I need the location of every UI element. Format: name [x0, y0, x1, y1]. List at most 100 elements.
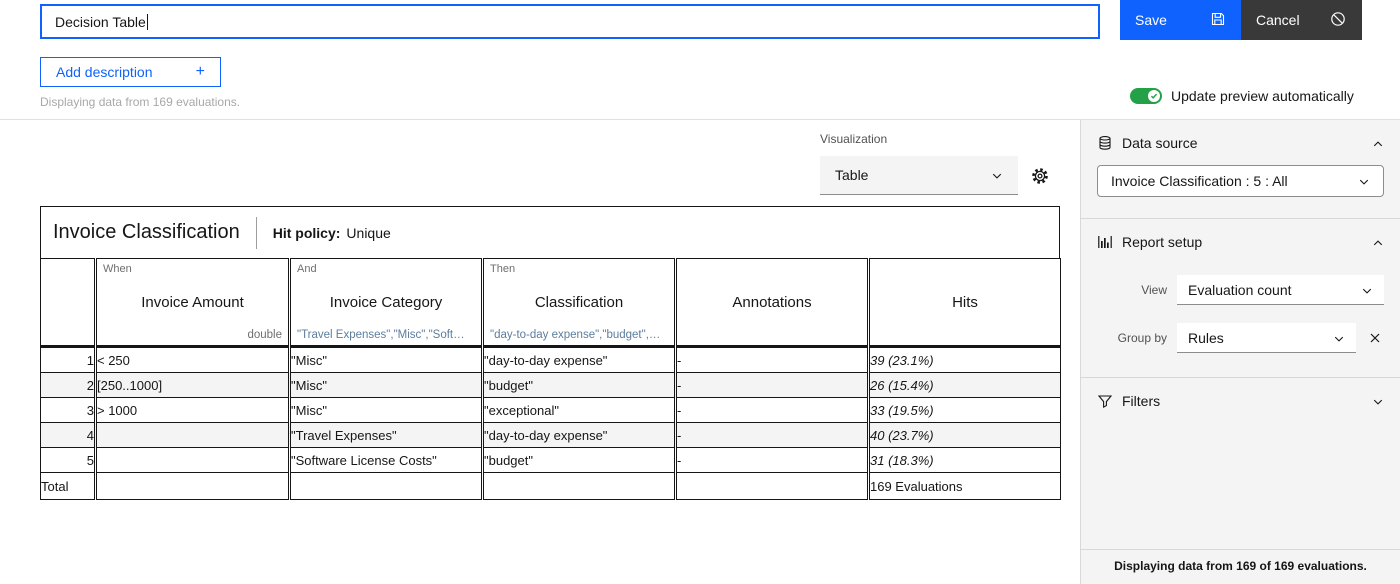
decision-table: Invoice Classification Hit policy: Uniqu…	[40, 206, 1061, 500]
remove-group-by-button[interactable]	[1366, 329, 1384, 347]
cell-empty	[481, 472, 676, 500]
row-number: 3	[40, 397, 96, 423]
cell-empty	[288, 472, 483, 500]
cancel-button-label: Cancel	[1256, 12, 1300, 28]
cell-classification: "exceptional"	[481, 397, 676, 423]
add-description-button[interactable]: Add description +	[40, 57, 221, 87]
save-icon	[1210, 11, 1226, 30]
visualization-dropdown[interactable]: Table	[820, 156, 1018, 195]
column-label: Classification	[534, 293, 624, 311]
cell-empty	[94, 472, 290, 500]
row-number: 5	[40, 447, 96, 473]
cell-annotations: -	[674, 345, 869, 373]
view-dropdown[interactable]: Evaluation count	[1177, 275, 1384, 305]
cell-annotations: -	[674, 397, 869, 423]
preview-panel: Visualization Table Invoice Classificati…	[0, 120, 1080, 584]
column-invoice-amount: When Invoice Amount double	[94, 258, 290, 347]
view-row: View Evaluation count	[1097, 275, 1384, 305]
cell-classification: "day-to-day expense"	[481, 345, 676, 373]
database-icon	[1097, 135, 1113, 151]
bar-chart-icon	[1097, 234, 1113, 250]
row-number: 1	[40, 345, 96, 373]
chevron-down-icon	[1358, 175, 1370, 187]
section-report-setup[interactable]: Report setup	[1081, 219, 1400, 261]
save-button-label: Save	[1135, 12, 1167, 28]
auto-update-row: Update preview automatically	[1130, 88, 1354, 104]
column-type-hint: "Travel Expenses","Misc","Soft…	[297, 329, 465, 341]
table-row: 5 "Software License Costs" "budget" - 31…	[40, 447, 1061, 473]
update-preview-toggle[interactable]	[1130, 88, 1162, 104]
save-button[interactable]: Save	[1120, 0, 1241, 40]
column-label: Invoice Amount	[141, 293, 244, 311]
group-by-value: Rules	[1188, 329, 1224, 346]
filters-title: Filters	[1122, 393, 1161, 409]
chevron-down-icon	[1333, 332, 1345, 344]
total-hits: 169 Evaluations	[867, 472, 1061, 500]
table-row: 3 > 1000 "Misc" "exceptional" - 33 (19.5…	[40, 397, 1061, 423]
cell-invoice-category: "Misc"	[288, 345, 483, 373]
cell-classification: "budget"	[481, 447, 676, 473]
group-by-dropdown[interactable]: Rules	[1177, 323, 1356, 353]
text-caret	[146, 13, 148, 30]
column-hits: Hits	[867, 258, 1061, 347]
decision-table-grid: When Invoice Amount double And Invoice C…	[40, 258, 1061, 500]
cell-hits: 40 (23.7%)	[867, 422, 1061, 448]
hit-policy-value: Unique	[346, 224, 391, 241]
title-input[interactable]: Decision Table	[40, 4, 1100, 39]
cancel-button[interactable]: Cancel	[1241, 0, 1362, 40]
column-keyword: Then	[490, 263, 516, 275]
column-keyword: And	[297, 263, 317, 275]
decision-table-header: Invoice Classification Hit policy: Uniqu…	[40, 206, 1060, 259]
cell-annotations: -	[674, 372, 869, 398]
cell-invoice-amount: < 250	[94, 345, 290, 373]
title-input-value: Decision Table	[55, 13, 146, 30]
cell-classification: "day-to-day expense"	[481, 422, 676, 448]
cell-invoice-category: "Travel Expenses"	[288, 422, 483, 448]
content-region: Visualization Table Invoice Classificati…	[0, 119, 1400, 584]
cell-invoice-category: "Misc"	[288, 372, 483, 398]
column-classification: Then Classification "day-to-day expense"…	[481, 258, 676, 347]
plus-icon: +	[195, 63, 205, 80]
data-source-dropdown[interactable]: Invoice Classification : 5 : All	[1097, 165, 1384, 197]
group-by-label: Group by	[1117, 331, 1167, 345]
total-row: Total 169 Evaluations	[40, 472, 1061, 500]
cell-hits: 26 (15.4%)	[867, 372, 1061, 398]
view-value: Evaluation count	[1188, 281, 1292, 298]
column-annotations: Annotations	[674, 258, 869, 347]
cell-invoice-category: "Software License Costs"	[288, 447, 483, 473]
chevron-down-icon	[991, 169, 1003, 181]
section-data-source[interactable]: Data source	[1081, 120, 1400, 162]
section-filters[interactable]: Filters	[1081, 378, 1400, 420]
cell-invoice-category: "Misc"	[288, 397, 483, 423]
view-label: View	[1141, 283, 1167, 297]
chevron-up-icon	[1372, 236, 1384, 248]
add-description-label: Add description	[56, 64, 153, 80]
check-icon	[1150, 93, 1158, 99]
cell-annotations: -	[674, 447, 869, 473]
evaluations-note: Displaying data from 169 evaluations.	[40, 95, 241, 109]
chevron-down-icon	[1372, 395, 1384, 407]
corner-cell	[40, 258, 96, 347]
column-keyword: When	[103, 263, 132, 275]
total-label: Total	[40, 472, 96, 500]
cell-hits: 39 (23.1%)	[867, 345, 1061, 373]
visualization-label: Visualization	[820, 132, 888, 146]
report-setup-title: Report setup	[1122, 234, 1203, 250]
settings-sidebar: Data source Invoice Classification : 5 :…	[1080, 120, 1400, 584]
cell-classification: "budget"	[481, 372, 676, 398]
cell-invoice-amount: [250..1000]	[94, 372, 290, 398]
hit-policy-label: Hit policy:	[272, 224, 341, 241]
toggle-knob	[1148, 90, 1160, 102]
column-label: Hits	[952, 293, 978, 311]
chevron-up-icon	[1372, 137, 1384, 149]
column-type-hint: "day-to-day expense","budget",…	[490, 329, 661, 341]
column-label: Invoice Category	[329, 293, 443, 311]
decision-table-title: Invoice Classification	[53, 221, 240, 243]
cell-invoice-amount: > 1000	[94, 397, 290, 423]
data-source-title: Data source	[1122, 135, 1198, 151]
table-row: 4 "Travel Expenses" "day-to-day expense"…	[40, 422, 1061, 448]
column-header-row: When Invoice Amount double And Invoice C…	[40, 258, 1061, 347]
column-invoice-category: And Invoice Category "Travel Expenses","…	[288, 258, 483, 347]
gear-icon[interactable]	[1030, 166, 1050, 186]
funnel-icon	[1097, 393, 1113, 409]
